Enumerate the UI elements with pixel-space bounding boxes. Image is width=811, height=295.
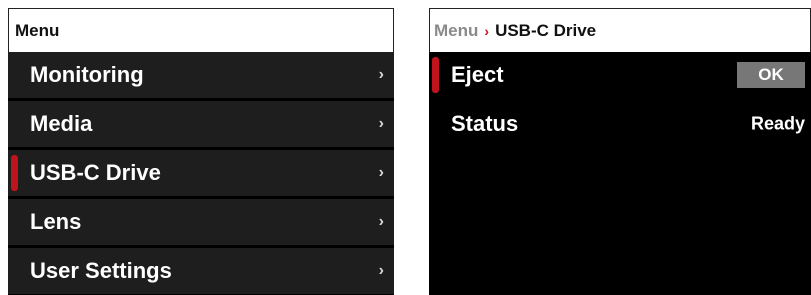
status-row: Status Ready [429, 101, 811, 147]
eject-label: Eject [451, 62, 504, 87]
chevron-right-icon: › [378, 115, 384, 132]
usb-c-drive-panel: Menu › USB-C Drive Eject OK Status Ready [429, 8, 811, 295]
selection-indicator [432, 57, 439, 93]
menu-item-label: USB-C Drive [30, 160, 161, 185]
menu-item-user-settings[interactable]: User Settings › [8, 248, 394, 294]
menu-item-label: Lens [30, 209, 82, 234]
menu-item-label: User Settings [30, 258, 172, 283]
eject-ok-button[interactable]: OK [737, 62, 805, 88]
menu-item-label: Media [30, 111, 93, 136]
status-value: Ready [750, 113, 805, 134]
menu-panel: Menu Monitoring › Media › USB-C Drive › … [8, 8, 394, 295]
menu-item-usb-c-drive[interactable]: USB-C Drive › [8, 150, 394, 196]
menu-item-media[interactable]: Media › [8, 101, 394, 147]
eject-row[interactable]: Eject OK [429, 52, 811, 98]
chevron-right-icon: › [484, 22, 490, 39]
chevron-right-icon: › [378, 66, 384, 83]
chevron-right-icon: › [378, 262, 384, 279]
chevron-right-icon: › [378, 213, 384, 230]
menu-title: Menu [15, 20, 60, 40]
menu-item-lens[interactable]: Lens › [8, 199, 394, 245]
breadcrumb-root[interactable]: Menu [434, 21, 478, 41]
menu-header: Menu [8, 8, 394, 52]
selection-indicator [11, 155, 18, 191]
chevron-right-icon: › [378, 164, 384, 181]
menu-item-label: Monitoring [30, 62, 144, 87]
status-label: Status [451, 111, 519, 136]
menu-item-monitoring[interactable]: Monitoring › [8, 52, 394, 98]
breadcrumb-current: USB-C Drive [495, 20, 597, 40]
breadcrumb: Menu › USB-C Drive [429, 8, 811, 52]
